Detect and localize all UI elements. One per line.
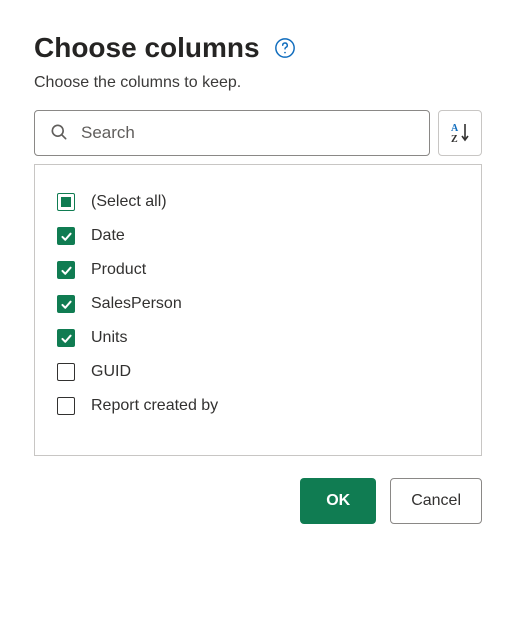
- select-all-row[interactable]: (Select all): [57, 185, 459, 219]
- search-input-wrapper[interactable]: [34, 110, 430, 156]
- help-icon[interactable]: [274, 37, 296, 59]
- sort-az-icon: A Z: [448, 120, 472, 147]
- checkbox-unchecked-icon: [57, 363, 75, 381]
- column-row[interactable]: Date: [57, 219, 459, 253]
- column-label: GUID: [91, 363, 131, 381]
- select-all-label: (Select all): [91, 193, 167, 211]
- svg-text:Z: Z: [451, 134, 458, 144]
- column-label: Report created by: [91, 397, 218, 415]
- column-label: Date: [91, 227, 125, 245]
- checkbox-indeterminate-icon: [57, 193, 75, 211]
- checkbox-checked-icon: [57, 295, 75, 313]
- checkbox-checked-icon: [57, 329, 75, 347]
- search-input[interactable]: [79, 122, 415, 144]
- sort-button[interactable]: A Z: [438, 110, 482, 156]
- column-label: Units: [91, 329, 127, 347]
- checkbox-checked-icon: [57, 227, 75, 245]
- search-icon: [49, 122, 69, 145]
- svg-text:A: A: [451, 123, 459, 134]
- column-row[interactable]: Report created by: [57, 389, 459, 423]
- column-row[interactable]: Product: [57, 253, 459, 287]
- column-row[interactable]: SalesPerson: [57, 287, 459, 321]
- column-row[interactable]: GUID: [57, 355, 459, 389]
- column-label: Product: [91, 261, 146, 279]
- dialog-title: Choose columns: [34, 32, 260, 64]
- dialog-subtitle: Choose the columns to keep.: [34, 74, 482, 92]
- ok-button[interactable]: OK: [300, 478, 376, 524]
- checkbox-unchecked-icon: [57, 397, 75, 415]
- cancel-button[interactable]: Cancel: [390, 478, 482, 524]
- column-list: (Select all) Date Product SalesPerson Units…: [34, 164, 482, 456]
- column-label: SalesPerson: [91, 295, 182, 313]
- checkbox-checked-icon: [57, 261, 75, 279]
- column-row[interactable]: Units: [57, 321, 459, 355]
